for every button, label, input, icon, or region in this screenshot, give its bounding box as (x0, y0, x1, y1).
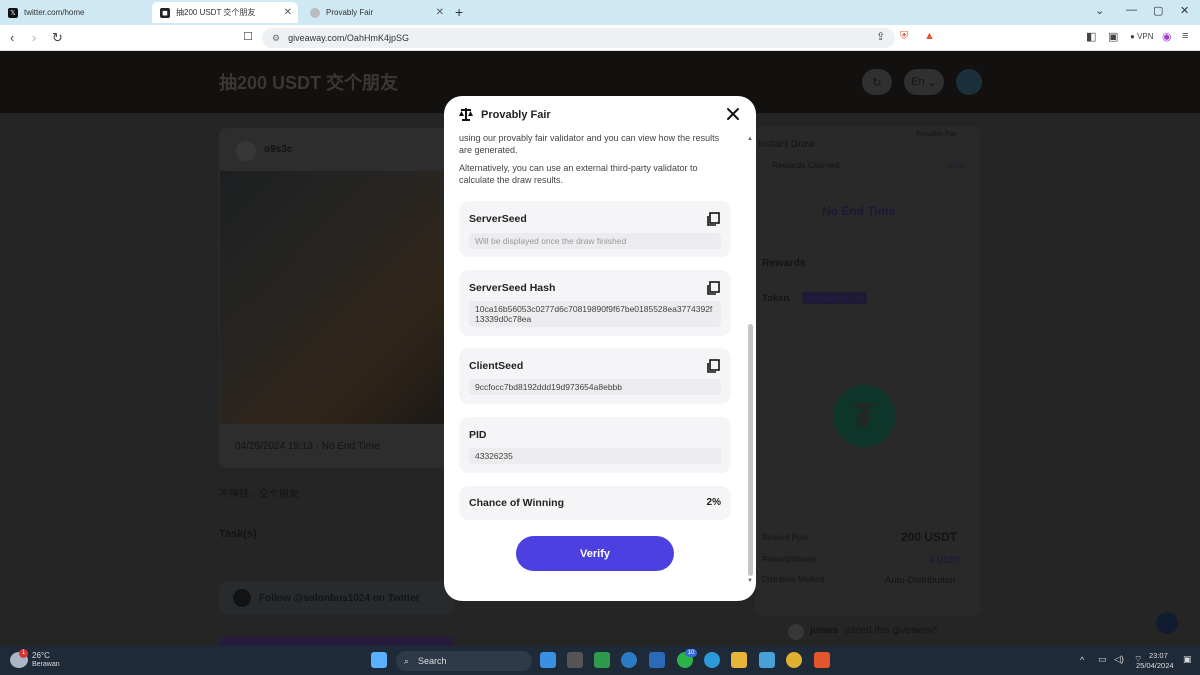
globe-icon (310, 7, 320, 18)
windows-start-icon[interactable] (371, 652, 387, 668)
verify-button[interactable]: Verify (516, 536, 674, 571)
search-icon: ⌕ (404, 655, 410, 666)
tab-giveaway[interactable]: ◼ 抽200 USDT 交个朋友 ✕ (152, 2, 298, 23)
browser-toolbar: ‹ › ↻ ☐ ⚙ giveaway.com/OahHmK4jpSG ⇪ ⛨ ▲… (0, 25, 1200, 51)
provably-fair-modal: Provably Fair using our provably fair va… (444, 96, 756, 601)
maximize-button[interactable]: ▢ (1153, 4, 1163, 17)
sidebar-icon[interactable]: ◧ (1086, 30, 1096, 43)
close-window-button[interactable]: ✕ (1180, 4, 1189, 17)
close-icon[interactable] (725, 106, 741, 122)
chance-label: Chance of Winning (469, 497, 564, 509)
tab-provably-fair[interactable]: Provably Fair ✕ (302, 2, 450, 23)
show-hidden-icons[interactable]: ^ (1080, 655, 1084, 665)
tab-label: twitter.com/home (24, 8, 85, 17)
forward-button[interactable]: › (32, 30, 36, 45)
telegram-icon[interactable] (704, 652, 720, 668)
scroll-down-arrow-icon[interactable]: ▼ (747, 578, 753, 584)
brave-icon[interactable] (814, 652, 830, 668)
display-icon[interactable]: ▭ (1098, 654, 1107, 665)
windows-taskbar: 1 26°C Berawan ⌕ Search 10 ^ ▭ ◁) ⌔ 23:0… (0, 646, 1200, 675)
bookmark-icon[interactable]: ☐ (243, 30, 253, 43)
search-label: Search (418, 656, 447, 666)
tab-label: 抽200 USDT 交个朋友 (176, 8, 256, 17)
notepad-icon[interactable] (759, 652, 775, 668)
field-label: PID (469, 429, 487, 441)
site-info-icon[interactable]: ⚙ (272, 33, 280, 44)
menu-icon[interactable]: ≡ (1182, 30, 1188, 42)
tab-search-icon[interactable]: ⌄ (1095, 4, 1104, 17)
field-label: ServerSeed (469, 213, 527, 225)
field-value: 10ca16b56053c0277d6c70819890f9f67be01855… (469, 301, 721, 327)
rewards-icon[interactable]: ▲ (924, 30, 935, 42)
giveaway-favicon-icon: ◼ (160, 7, 170, 18)
widgets-icon[interactable] (540, 652, 556, 668)
vpn-label: VPN (1137, 32, 1154, 41)
taskbar-search[interactable]: ⌕ Search (396, 651, 532, 671)
close-tab-icon[interactable]: ✕ (284, 7, 292, 18)
field-label: ClientSeed (469, 360, 524, 372)
field-value: 9ccfocc7bd8192ddd19d973654a8ebbb (469, 379, 721, 395)
chat-app-icon[interactable] (594, 652, 610, 668)
chance-of-winning: Chance of Winning 2% (459, 486, 731, 520)
whatsapp-badge: 10 (685, 649, 697, 657)
scale-icon (459, 108, 473, 121)
clock-date[interactable]: 25/04/2024 (1136, 661, 1174, 670)
copy-icon[interactable] (706, 212, 720, 226)
back-button[interactable]: ‹ (10, 30, 14, 45)
scroll-up-arrow-icon[interactable]: ▲ (747, 136, 753, 142)
file-explorer-icon[interactable] (731, 652, 747, 668)
field-value: Will be displayed once the draw finished (469, 233, 721, 249)
share-icon[interactable]: ⇪ (876, 30, 885, 43)
mail-icon[interactable] (649, 652, 665, 668)
browser-tabbar: 𝕏 twitter.com/home ◼ 抽200 USDT 交个朋友 ✕ Pr… (0, 0, 1200, 25)
modal-title: Provably Fair (481, 109, 551, 121)
field-value: 43326235 (469, 448, 721, 464)
x-logo-icon: 𝕏 (8, 7, 18, 18)
address-bar[interactable]: ⚙ giveaway.com/OahHmK4jpSG (262, 28, 895, 48)
screen: 𝕏 twitter.com/home ◼ 抽200 USDT 交个朋友 ✕ Pr… (0, 0, 1200, 675)
chrome-icon[interactable] (786, 652, 802, 668)
weather-desc: Berawan (32, 661, 60, 668)
clock-time[interactable]: 23:07 (1149, 651, 1168, 660)
scrollbar-thumb[interactable] (748, 324, 753, 576)
notifications-icon[interactable]: ▣ (1183, 654, 1192, 665)
close-tab-icon[interactable]: ✕ (436, 7, 444, 18)
intro-paragraph-1: using our provably fair validator and yo… (459, 133, 720, 155)
reload-button[interactable]: ↻ (52, 30, 63, 46)
field-pid: PID 43326235 (459, 417, 731, 473)
intro-paragraph-2: Alternatively, you can use an external t… (459, 163, 698, 185)
field-server-seed: ServerSeed Will be displayed once the dr… (459, 201, 731, 257)
volume-icon[interactable]: ◁) (1114, 654, 1124, 665)
new-tab-button[interactable]: + (455, 4, 463, 20)
field-client-seed: ClientSeed 9ccfocc7bd8192ddd19d973654a8e… (459, 348, 731, 404)
edge-icon[interactable] (621, 652, 637, 668)
tab-twitter[interactable]: 𝕏 twitter.com/home (0, 2, 150, 23)
tab-label: Provably Fair (326, 8, 374, 17)
brave-shield-icon[interactable]: ⛨ (900, 30, 908, 43)
url-text: giveaway.com/OahHmK4jpSG (288, 33, 409, 43)
leo-ai-icon[interactable]: ◉ (1162, 30, 1172, 43)
copy-icon[interactable] (706, 281, 720, 295)
vpn-button[interactable]: ● VPN (1130, 32, 1154, 41)
minimize-button[interactable]: — (1126, 4, 1137, 16)
task-view-icon[interactable] (567, 652, 583, 668)
wallet-icon[interactable]: ▣ (1108, 30, 1118, 43)
modal-header: Provably Fair (444, 96, 756, 132)
weather-badge: 1 (19, 649, 28, 658)
weather-temp: 26°C (32, 651, 50, 660)
copy-icon[interactable] (706, 359, 720, 373)
field-server-seed-hash: ServerSeed Hash 10ca16b56053c0277d6c7081… (459, 270, 731, 336)
chance-value: 2% (706, 497, 721, 508)
field-label: ServerSeed Hash (469, 282, 556, 294)
